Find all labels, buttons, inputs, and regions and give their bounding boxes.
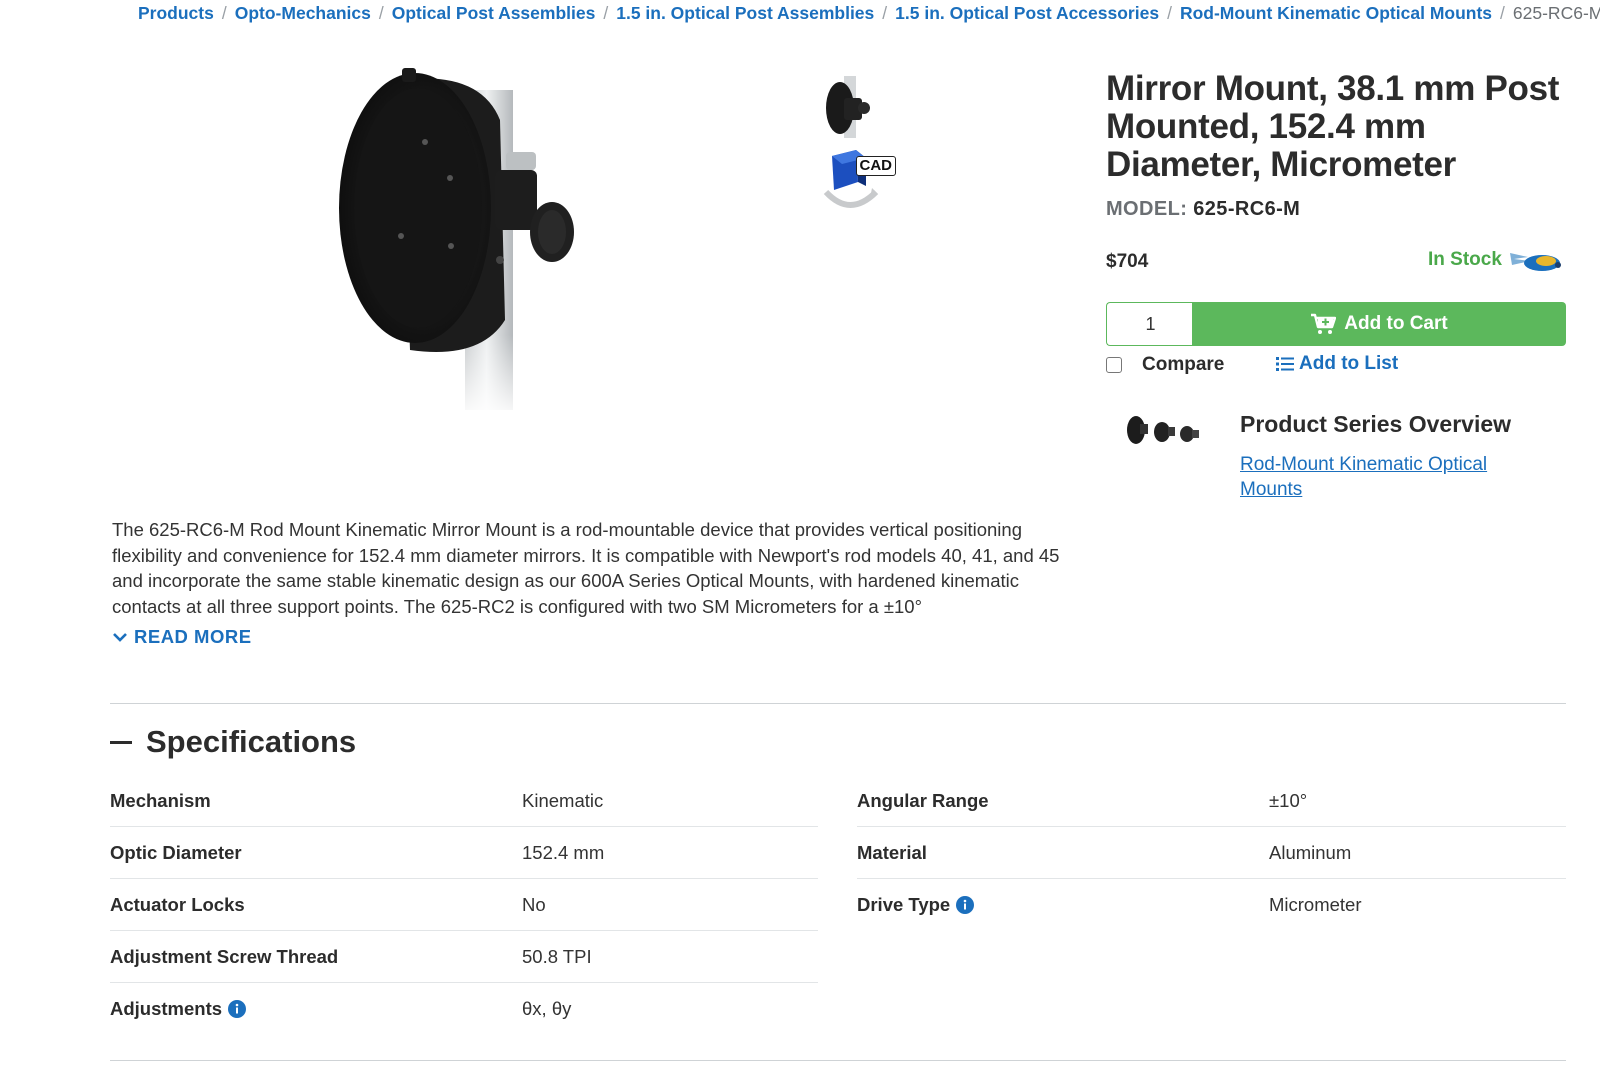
breadcrumb-separator: / [221, 2, 227, 23]
specifications-table-right: Angular Range ±10° Material Aluminum Dri… [857, 775, 1566, 931]
spec-value: Aluminum [1269, 841, 1352, 863]
add-to-cart-button[interactable]: Add to Cart [1192, 302, 1566, 346]
breadcrumb-products[interactable]: Products [138, 3, 214, 24]
add-to-list-label: Add to List [1299, 353, 1399, 374]
collapse-minus-icon [110, 740, 132, 744]
spec-value: Micrometer [1269, 894, 1362, 915]
breadcrumb: Products / Opto-Mechanics / Optical Post… [138, 0, 1600, 26]
spec-key-label: Adjustments [110, 998, 223, 1019]
breadcrumb-15in-optical-post-assemblies[interactable]: 1.5 in. Optical Post Assemblies [616, 3, 874, 24]
product-description: The 625-RC6-M Rod Mount Kinematic Mirror… [112, 519, 1060, 617]
add-to-list-link[interactable]: Add to List [1276, 353, 1398, 375]
divider [110, 1060, 1566, 1061]
specifications-toggle[interactable]: Specifications [110, 724, 356, 760]
spec-row-adjustment-screw-thread: Adjustment Screw Thread 50.8 TPI [110, 931, 818, 983]
price: $704 [1106, 251, 1149, 272]
compare-label[interactable]: Compare [1142, 354, 1224, 376]
divider [110, 703, 1566, 704]
product-title: Mirror Mount, 38.1 mm Post Mounted, 152.… [1106, 69, 1560, 184]
info-icon[interactable] [228, 1000, 247, 1018]
spec-value: ±10° [1269, 789, 1308, 811]
spec-value: Kinematic [522, 789, 604, 811]
breadcrumb-separator: / [1167, 2, 1172, 23]
cart-plus-icon [1311, 313, 1337, 334]
spec-key: Angular Range [857, 790, 1269, 812]
product-series-image[interactable] [1124, 410, 1204, 450]
compare-checkbox[interactable] [1106, 357, 1122, 373]
spec-key-label: Optic Diameter [110, 841, 242, 863]
stock-status: In Stock [1428, 249, 1502, 270]
read-more-button[interactable]: READ MORE [112, 626, 252, 648]
spec-key: Optic Diameter [110, 842, 522, 864]
spec-value: No [522, 893, 546, 915]
spec-key: Material [857, 842, 1269, 864]
model-label: MODEL: [1106, 198, 1188, 220]
spec-key-label: Mechanism [110, 789, 211, 811]
breadcrumb-separator: / [603, 2, 609, 23]
specifications-table-left: Mechanism Kinematic Optic Diameter 152.4… [110, 775, 818, 1035]
mirror-mount-product-image[interactable] [330, 60, 600, 420]
spec-row-actuator-locks: Actuator Locks No [110, 879, 818, 931]
cad-badge: CAD [855, 156, 896, 176]
spec-row-drive-type: Drive Type Micrometer [857, 879, 1566, 931]
spec-value: 152.4 mm [522, 841, 605, 863]
spec-key-label: Angular Range [857, 789, 989, 811]
quantity-input[interactable]: 1 [1106, 302, 1194, 346]
add-to-cart-label: Add to Cart [1344, 313, 1448, 334]
spec-key-label: Drive Type [857, 894, 951, 915]
breadcrumb-15in-optical-post-accessories[interactable]: 1.5 in. Optical Post Accessories [895, 3, 1159, 24]
spec-row-angular-range: Angular Range ±10° [857, 775, 1566, 827]
read-more-label: READ MORE [134, 626, 252, 647]
product-series-title: Product Series Overview [1240, 411, 1512, 437]
spec-key-label: Adjustment Screw Thread [110, 945, 339, 967]
spec-key: Mechanism [110, 790, 522, 812]
spec-row-mechanism: Mechanism Kinematic [110, 775, 818, 827]
fast-shipping-icon [1508, 247, 1566, 275]
chevron-down-icon [113, 633, 127, 642]
spec-row-optic-diameter: Optic Diameter 152.4 mm [110, 827, 818, 879]
list-icon [1276, 357, 1294, 371]
breadcrumb-separator: / [1500, 2, 1505, 23]
specifications-title: Specifications [146, 724, 357, 759]
info-icon[interactable] [956, 896, 975, 914]
breadcrumb-separator: / [882, 2, 888, 23]
breadcrumb-current: 625-RC6-M [1512, 2, 1600, 23]
spec-key: Actuator Locks [110, 894, 522, 916]
spec-value: 50.8 TPI [522, 945, 592, 967]
spec-key: Drive Type [857, 894, 1269, 916]
spec-key: Adjustments [110, 998, 522, 1020]
spec-key-label: Actuator Locks [110, 893, 245, 915]
cad-3d-model-icon[interactable]: CAD [818, 148, 896, 218]
breadcrumb-optical-post-assemblies[interactable]: Optical Post Assemblies [392, 3, 596, 24]
breadcrumb-opto-mechanics[interactable]: Opto-Mechanics [235, 3, 371, 24]
spec-key-label: Material [857, 841, 927, 863]
breadcrumb-rod-mount-kinematic-optical-mounts[interactable]: Rod-Mount Kinematic Optical Mounts [1180, 3, 1492, 24]
spec-key: Adjustment Screw Thread [110, 946, 522, 968]
breadcrumb-separator: / [378, 2, 384, 23]
product-series-link[interactable]: Rod-Mount Kinematic Optical Mounts [1240, 452, 1520, 502]
mirror-mount-thumbnail[interactable] [818, 72, 882, 142]
spec-row-adjustments: Adjustments θx, θy [110, 983, 818, 1035]
spec-value: θx, θy [522, 998, 572, 1019]
model-value: 625-RC6-M [1193, 198, 1301, 220]
model-number: MODEL: 625-RC6-M [1106, 198, 1300, 221]
spec-row-material: Material Aluminum [857, 827, 1566, 879]
